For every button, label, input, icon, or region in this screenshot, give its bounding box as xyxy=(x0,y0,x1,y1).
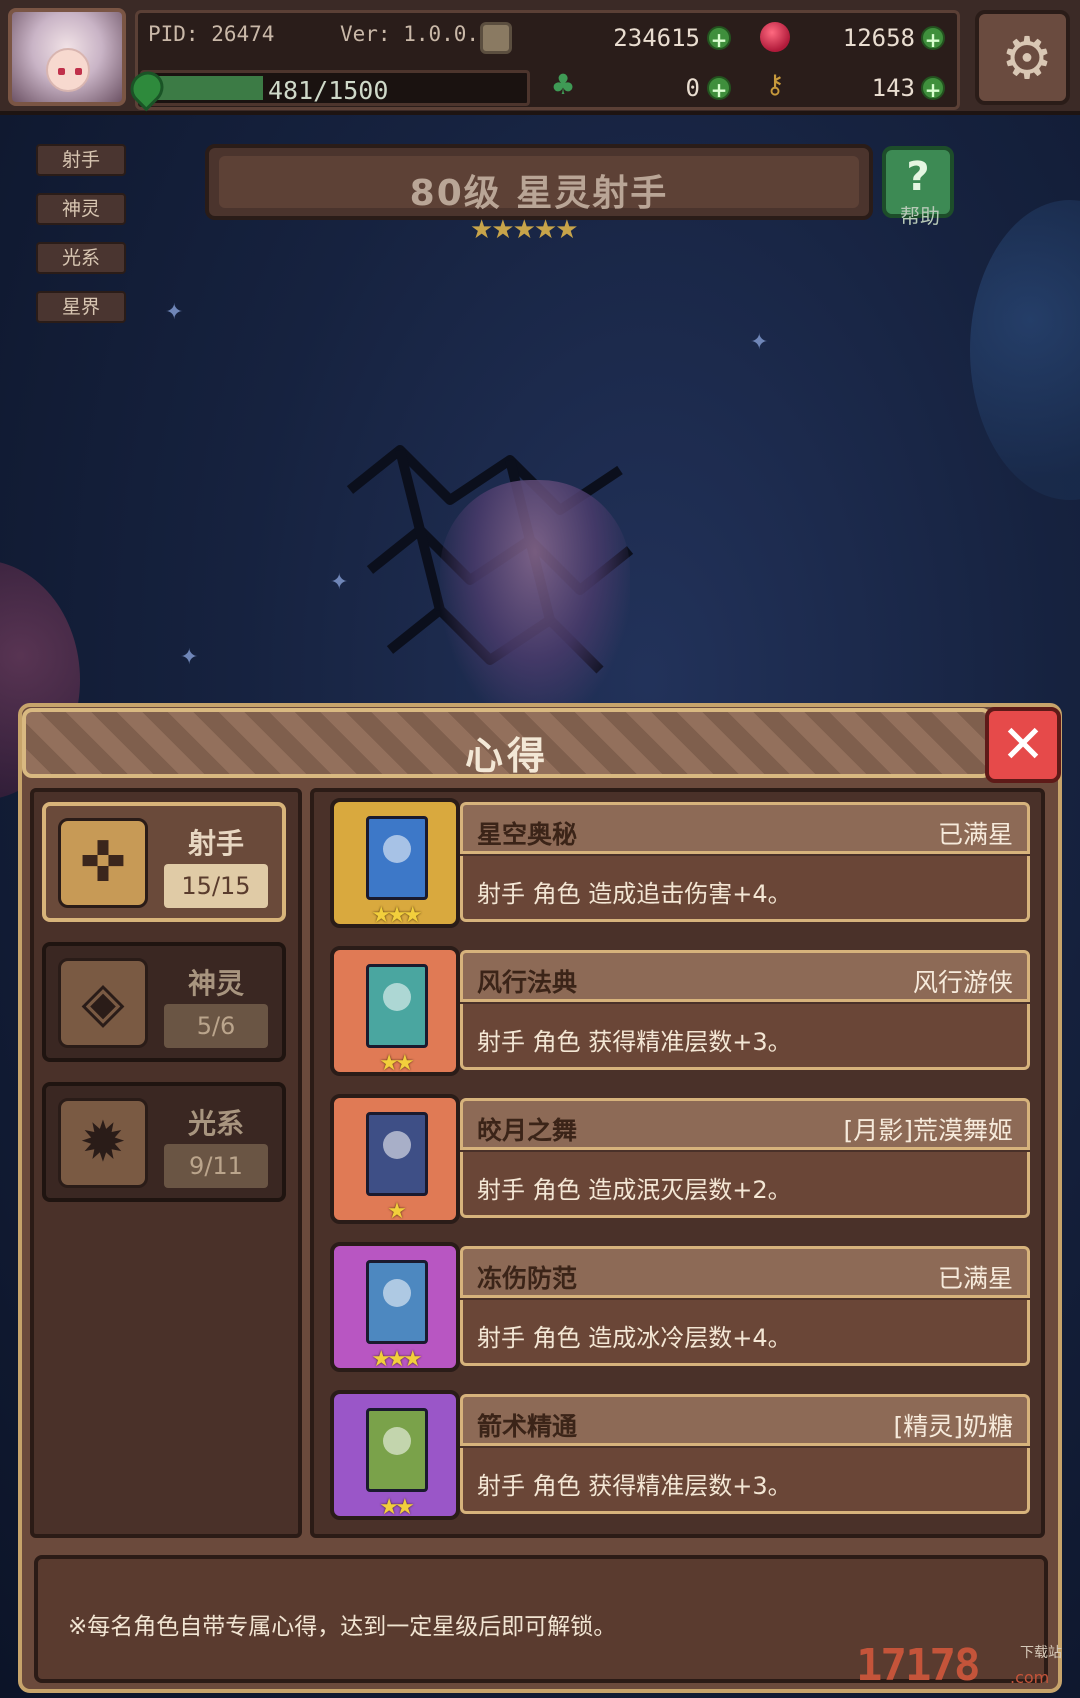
settings-button[interactable]: ⚙ xyxy=(975,10,1070,105)
close-icon: ✕ xyxy=(1001,715,1045,775)
insight-icon: ★★★ xyxy=(330,798,460,928)
avatar-face xyxy=(46,48,90,92)
add-clover-button[interactable]: + xyxy=(707,76,731,102)
gear-icon: ⚙ xyxy=(1001,24,1053,92)
insight-item[interactable]: ★ 皎月之舞 [月影]荒漠舞姬 射手 角色 造成泯灭层数+2。 xyxy=(330,1094,1035,1224)
key-amount: 143 xyxy=(871,74,915,102)
book-icon xyxy=(366,1408,428,1492)
insight-item[interactable]: ★★★ 冻伤防范 已满星 射手 角色 造成冰冷层数+4。 xyxy=(330,1242,1035,1372)
book-icon xyxy=(366,816,428,900)
close-button[interactable]: ✕ xyxy=(985,707,1061,783)
version-label: Ver: 1.0.0.0 xyxy=(340,22,492,46)
insight-icon: ★ xyxy=(330,1094,460,1224)
insight-stars: ★★ xyxy=(379,1495,414,1520)
insight-status: [月影]荒漠舞姬 xyxy=(843,1116,1013,1145)
hero-title-banner: 80级 星灵射手 xyxy=(205,144,873,220)
hero-portrait xyxy=(440,480,630,720)
category-count: 5/6 xyxy=(164,1004,268,1048)
category-count: 15/15 xyxy=(164,864,268,908)
tag-element: 光系 xyxy=(36,242,126,274)
clover-icon: ♣ xyxy=(550,68,576,101)
insight-status: 已满星 xyxy=(937,1264,1013,1293)
star-sparkle: ✦ xyxy=(165,300,184,325)
insight-name: 皎月之舞 xyxy=(477,1116,578,1145)
dialog-title: 心得 xyxy=(464,734,549,778)
category-count: 9/11 xyxy=(164,1144,268,1188)
insight-item[interactable]: ★★ 箭术精通 [精灵]奶糖 射手 角色 获得精准层数+3。 xyxy=(330,1390,1035,1520)
player-id: PID: 26474 xyxy=(148,22,275,46)
insight-stars: ★★★ xyxy=(371,1347,422,1372)
category-name: 神灵 xyxy=(187,967,244,1000)
help-label: 帮助 xyxy=(900,204,940,228)
gem-amount: 12658 xyxy=(842,24,915,52)
insight-description: 射手 角色 获得精准层数+3。 xyxy=(477,1028,792,1056)
insight-name: 冻伤防范 xyxy=(477,1264,578,1293)
insight-description: 射手 角色 造成追击伤害+4。 xyxy=(477,880,792,908)
insight-name: 风行法典 xyxy=(477,968,578,997)
tag-class: 射手 xyxy=(36,144,126,176)
question-icon: ? xyxy=(906,154,930,200)
gold-amount: 234615 xyxy=(613,24,700,52)
add-gems-button[interactable]: + xyxy=(921,26,945,52)
hero-star-rating: ★★★★★ xyxy=(470,215,579,245)
insight-description: 射手 角色 获得精准层数+3。 xyxy=(477,1472,792,1500)
insight-stars: ★★★ xyxy=(371,903,422,928)
insight-icon: ★★★ xyxy=(330,1242,460,1372)
insight-item[interactable]: ★★ 风行法典 风行游侠 射手 角色 获得精准层数+3。 xyxy=(330,946,1035,1076)
insight-description: 射手 角色 造成泯灭层数+2。 xyxy=(477,1176,792,1204)
planet-right xyxy=(970,200,1080,500)
add-keys-button[interactable]: + xyxy=(921,76,945,102)
category-deity[interactable]: ◈ 神灵 5/6 xyxy=(42,942,286,1062)
dialog-header: 心得 xyxy=(22,708,992,778)
book-icon xyxy=(366,1112,428,1196)
insight-stars: ★ xyxy=(387,1199,407,1224)
star-sparkle: ✦ xyxy=(750,330,769,355)
key-icon: ⚷ xyxy=(765,70,785,100)
insight-status: [精灵]奶糖 xyxy=(893,1412,1013,1441)
gem-icon xyxy=(760,22,790,52)
watermark-com: .com xyxy=(1010,1668,1050,1687)
category-name: 光系 xyxy=(187,1107,244,1140)
tag-realm: 星界 xyxy=(36,291,126,323)
insight-icon: ★★ xyxy=(330,946,460,1076)
eye-icon: ◈ xyxy=(58,958,148,1048)
sun-icon: ✹ xyxy=(58,1098,148,1188)
insight-status: 风行游侠 xyxy=(912,968,1013,997)
insight-name: 箭术精通 xyxy=(477,1412,578,1441)
coin-icon xyxy=(480,22,512,54)
footer-note: ※每名角色自带专属心得，达到一定星级后即可解锁。 xyxy=(68,1614,617,1640)
book-icon xyxy=(366,1260,428,1344)
insight-stars: ★★ xyxy=(379,1051,414,1076)
player-avatar[interactable] xyxy=(8,8,126,106)
category-name: 射手 xyxy=(187,827,244,860)
watermark-logo: 17178 xyxy=(856,1640,980,1691)
hero-title: 80级 星灵射手 xyxy=(409,173,669,214)
crossbow-icon: ✜ xyxy=(58,818,148,908)
category-light[interactable]: ✹ 光系 9/11 xyxy=(42,1082,286,1202)
tag-race: 神灵 xyxy=(36,193,126,225)
energy-value: 481/1500 xyxy=(268,76,389,105)
insight-icon: ★★ xyxy=(330,1390,460,1520)
star-sparkle: ✦ xyxy=(180,645,199,670)
clover-amount: 0 xyxy=(685,74,700,102)
insight-description: 射手 角色 造成冰冷层数+4。 xyxy=(477,1324,792,1352)
category-archer[interactable]: ✜ 射手 15/15 xyxy=(42,802,286,922)
insight-name: 星空奥秘 xyxy=(477,820,578,849)
insight-status: 已满星 xyxy=(937,820,1013,849)
book-icon xyxy=(366,964,428,1048)
watermark-sub: 下载站 xyxy=(1020,1645,1062,1661)
insight-item[interactable]: ★★★ 星空奥秘 已满星 射手 角色 造成追击伤害+4。 xyxy=(330,798,1035,928)
add-gold-button[interactable]: + xyxy=(707,26,731,52)
